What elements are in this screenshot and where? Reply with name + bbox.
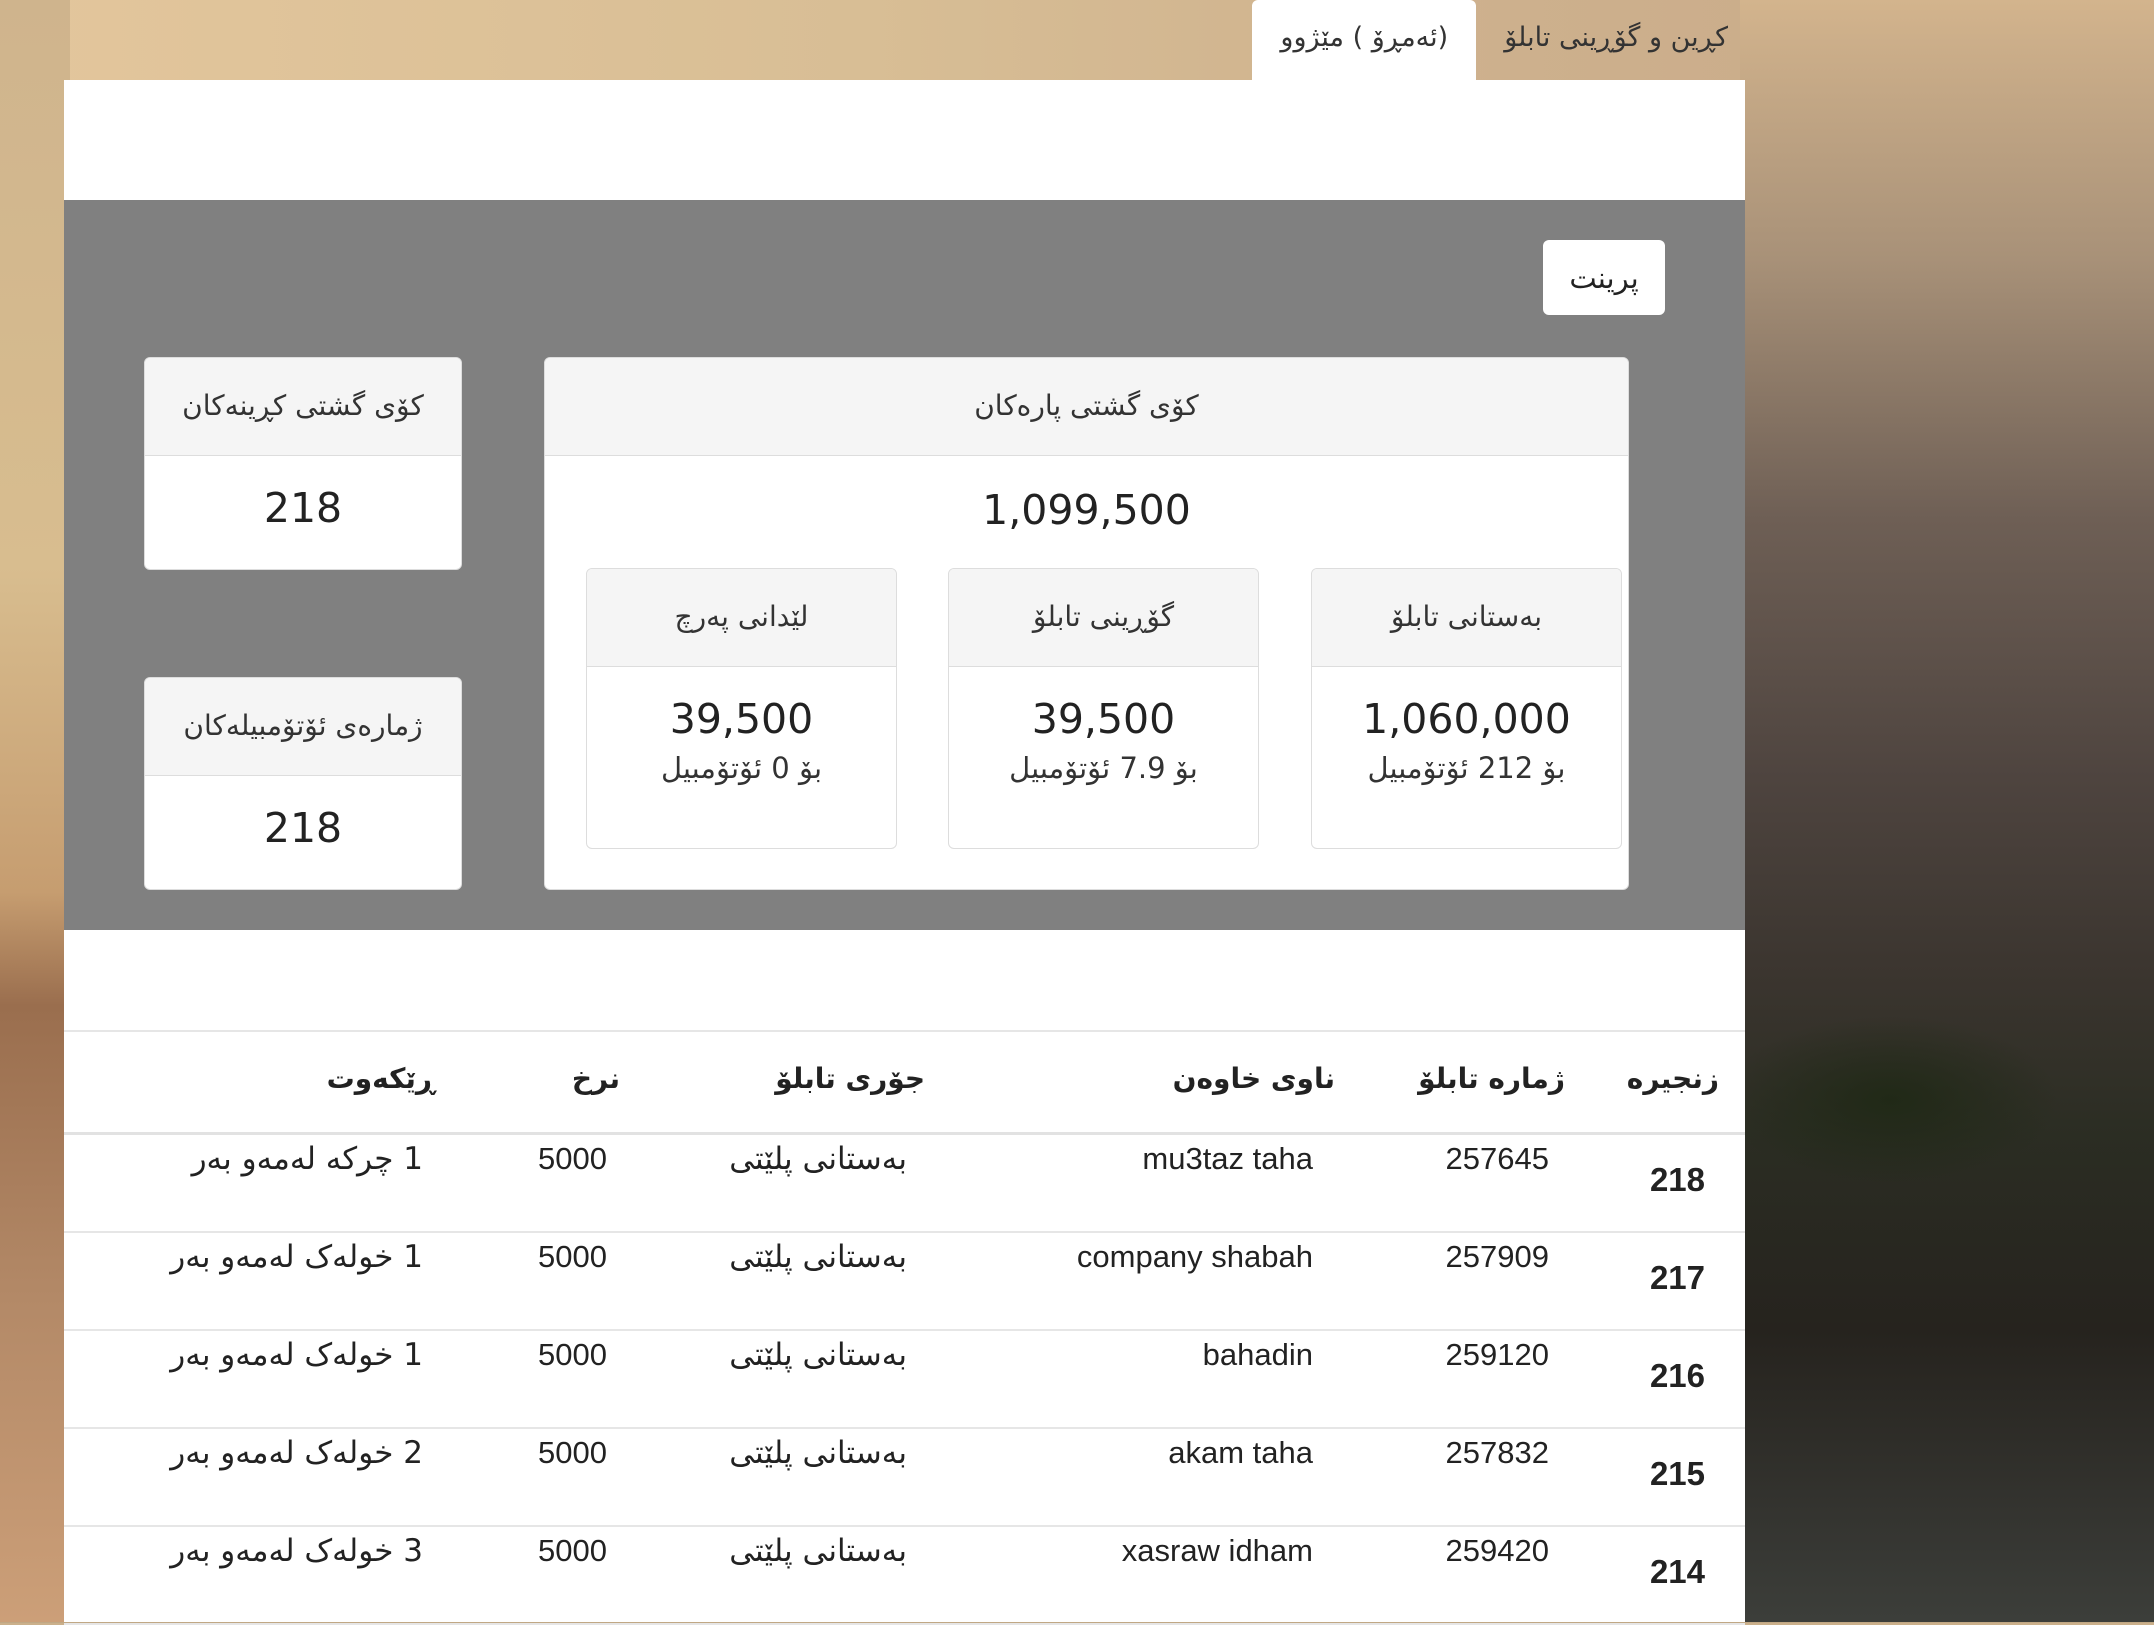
total-money-card: کۆی گشتی پارەکان 1,099,500 بەستانی تابلۆ…	[544, 357, 1629, 890]
table-row[interactable]: 214 259420 xasraw idham بەستانی پلێتی 50…	[64, 1527, 1745, 1625]
row-owner: mu3taz taha	[1142, 1141, 1313, 1176]
table-row[interactable]: 217 257909 company shabah بەستانی پلێتی …	[64, 1233, 1745, 1331]
row-date: 2 خولەک لەمەو بەر	[170, 1435, 423, 1471]
table-row[interactable]: 216 259120 bahadin بەستانی پلێتی 5000 1 …	[64, 1331, 1745, 1429]
box-title: لێدانی پەرچ	[587, 569, 896, 667]
box-plate-change: گۆڕینی تابلۆ 39,500 بۆ 7.9 ئۆتۆمبیل	[948, 568, 1259, 849]
row-owner: bahadin	[1202, 1337, 1313, 1372]
row-plate: 257909	[1445, 1239, 1549, 1274]
header-serial: زنجیره	[1626, 1062, 1719, 1095]
print-button[interactable]: پرینت	[1543, 240, 1665, 315]
header-owner-name: ناوی خاوەن	[1172, 1062, 1335, 1095]
box-value: 39,500	[1031, 695, 1176, 743]
row-date: 3 خولەک لەمەو بەر	[170, 1533, 423, 1569]
background-left	[0, 0, 70, 1622]
history-table: زنجیره ژماره تابلۆ ناوی خاوەن جۆری تابلۆ…	[64, 1030, 1745, 1625]
row-owner: akam taha	[1168, 1435, 1313, 1470]
box-subtext: بۆ 212 ئۆتۆمبیل	[1367, 751, 1566, 785]
row-plate: 259420	[1445, 1533, 1549, 1568]
row-date: 1 خولەک لەمەو بەر	[170, 1239, 423, 1275]
row-serial: 218	[1649, 1161, 1705, 1198]
box-title: گۆڕینی تابلۆ	[949, 569, 1258, 667]
box-bumper: لێدانی پەرچ 39,500 بۆ 0 ئۆتۆمبیل	[586, 568, 897, 849]
table-row[interactable]: 218 257645 mu3taz taha بەستانی پلێتی 500…	[64, 1135, 1745, 1233]
row-plate: 257832	[1445, 1435, 1549, 1470]
background-landscape	[1740, 0, 2154, 1622]
box-plate-fastening: بەستانی تابلۆ 1,060,000 بۆ 212 ئۆتۆمبیل	[1311, 568, 1622, 849]
row-type: بەستانی پلێتی	[729, 1239, 907, 1275]
header-plate-type: جۆری تابلۆ	[775, 1062, 925, 1095]
total-purchases-value: 218	[263, 484, 343, 532]
total-money-title: کۆی گشتی پارەکان	[545, 358, 1628, 456]
box-title: بەستانی تابلۆ	[1312, 569, 1621, 667]
row-serial: 214	[1649, 1553, 1705, 1590]
row-plate: 259120	[1445, 1337, 1549, 1372]
row-serial: 216	[1649, 1357, 1705, 1394]
total-purchases-title: کۆی گشتی کڕینەکان	[145, 358, 461, 456]
row-price: 5000	[538, 1239, 607, 1274]
row-type: بەستانی پلێتی	[729, 1141, 907, 1177]
tab-buy-change-plate[interactable]: کڕین و گۆڕینی تابلۆ	[1476, 0, 1756, 80]
row-serial: 215	[1649, 1455, 1705, 1492]
box-subtext: بۆ 0 ئۆتۆمبیل	[660, 751, 823, 785]
row-price: 5000	[538, 1533, 607, 1568]
row-date: 1 چرکە لەمەو بەر	[191, 1141, 423, 1177]
table-row[interactable]: 215 257832 akam taha بەستانی پلێتی 5000 …	[64, 1429, 1745, 1527]
row-price: 5000	[538, 1141, 607, 1176]
row-type: بەستانی پلێتی	[729, 1435, 907, 1471]
car-count-title: ژمارەی ئۆتۆمبیلەکان	[145, 678, 461, 776]
total-purchases-card: کۆی گشتی کڕینەکان 218	[144, 357, 462, 570]
tab-today-history[interactable]: (ئەمڕۆ ) مێژوو	[1252, 0, 1477, 80]
box-subtext: بۆ 7.9 ئۆتۆمبیل	[1009, 751, 1198, 785]
header-date: ڕێکەوت	[326, 1062, 435, 1095]
row-price: 5000	[538, 1337, 607, 1372]
car-count-value: 218	[263, 804, 343, 852]
box-value: 1,060,000	[1362, 695, 1571, 743]
row-serial: 217	[1649, 1259, 1705, 1296]
box-value: 39,500	[669, 695, 814, 743]
row-owner: company shabah	[1076, 1239, 1313, 1274]
header-plate-number: ژماره تابلۆ	[1418, 1062, 1565, 1095]
tab-bar: کڕین و گۆڕینی تابلۆ (ئەمڕۆ ) مێژوو	[1216, 0, 1756, 80]
main-panel: پرینت کۆی گشتی پارەکان 1,099,500 بەستانی…	[64, 80, 1745, 1625]
table-header: زنجیره ژماره تابلۆ ناوی خاوەن جۆری تابلۆ…	[64, 1030, 1745, 1135]
car-count-card: ژمارەی ئۆتۆمبیلەکان 218	[144, 677, 462, 890]
total-money-value: 1,099,500	[982, 486, 1191, 534]
row-plate: 257645	[1445, 1141, 1549, 1176]
summary-section: پرینت کۆی گشتی پارەکان 1,099,500 بەستانی…	[64, 200, 1745, 930]
row-owner: xasraw idham	[1121, 1533, 1313, 1568]
header-price: نرخ	[571, 1062, 620, 1095]
row-type: بەستانی پلێتی	[729, 1337, 907, 1373]
row-type: بەستانی پلێتی	[729, 1533, 907, 1569]
row-date: 1 خولەک لەمەو بەر	[170, 1337, 423, 1373]
row-price: 5000	[538, 1435, 607, 1470]
